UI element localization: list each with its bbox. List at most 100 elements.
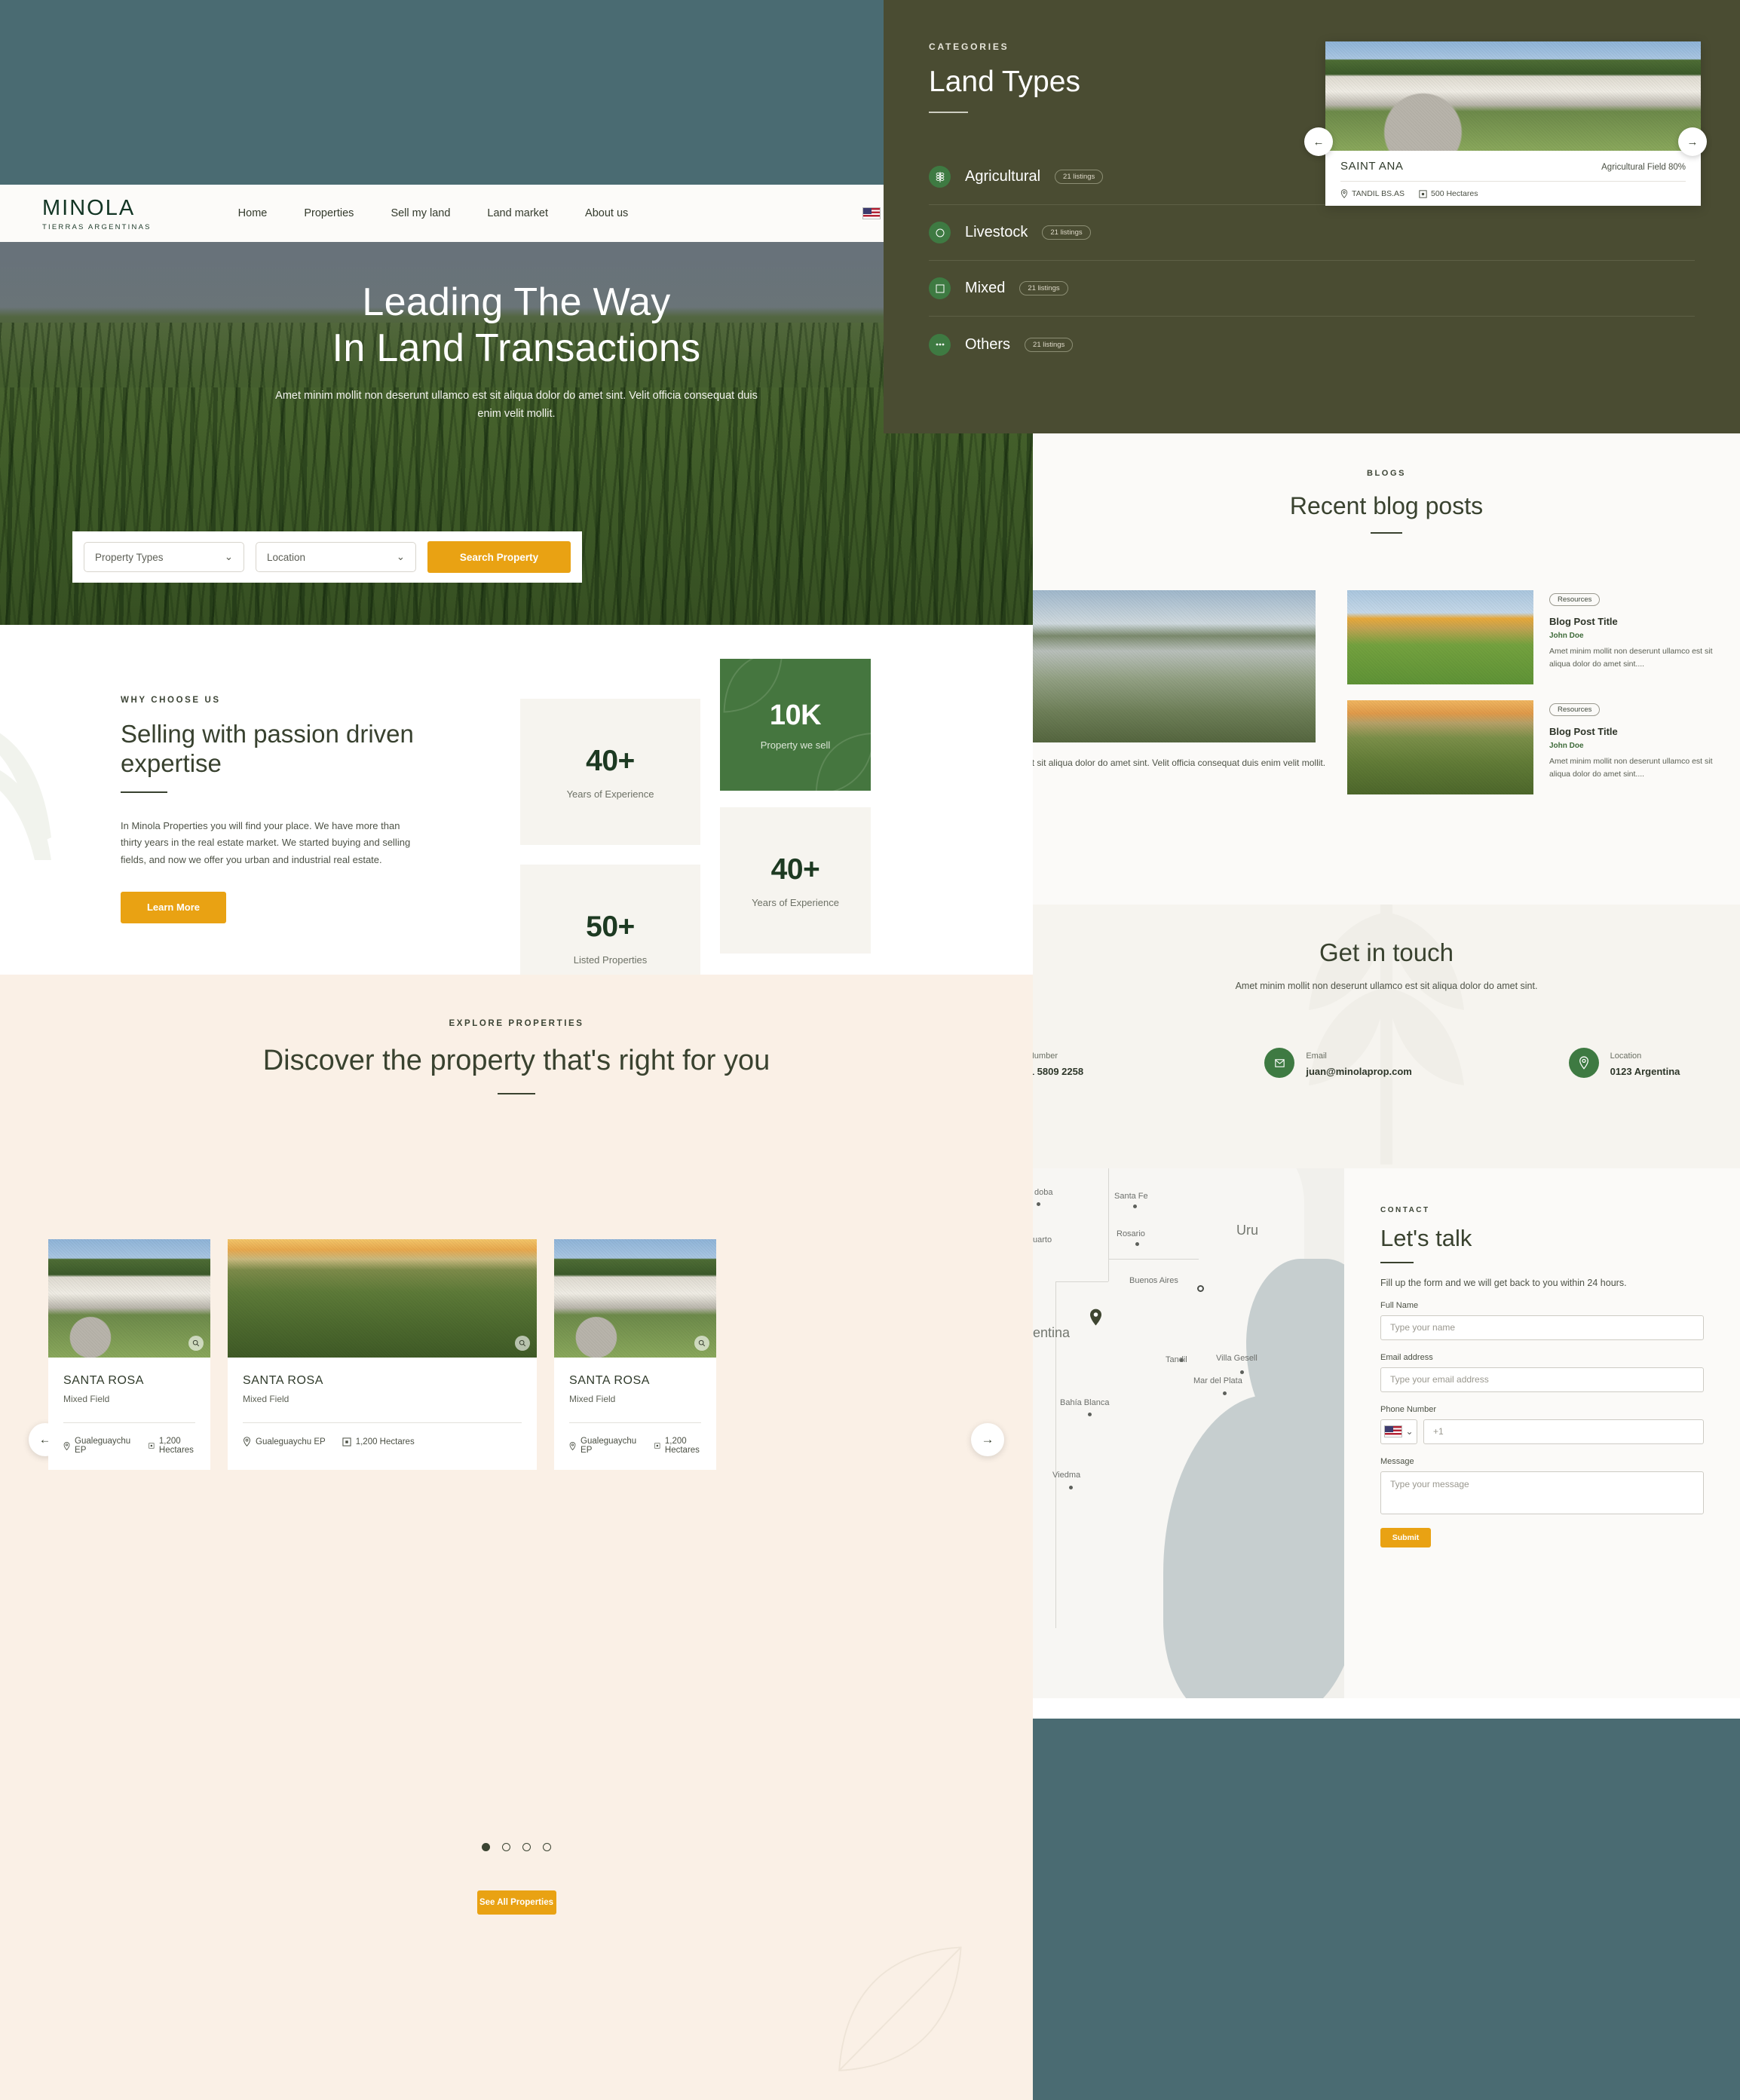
- nav-item-land-market[interactable]: Land market: [487, 207, 548, 219]
- wheat-icon: [929, 166, 951, 188]
- featured-blog-photo[interactable]: [1033, 590, 1316, 742]
- heading-rule: [498, 1093, 535, 1094]
- nav-item-sell-my-land[interactable]: Sell my land: [391, 207, 450, 219]
- property-body: SANTA ROSA Mixed Field Gualeguaychu EP 1…: [228, 1358, 537, 1462]
- hero-search-bar: Property Types ⌄ Location ⌄ Search Prope…: [72, 531, 582, 583]
- featured-prev-button[interactable]: ←: [1304, 127, 1333, 156]
- see-all-properties-button[interactable]: See All Properties: [476, 1890, 556, 1915]
- blog-post-photo: [1347, 700, 1533, 794]
- country-code-select[interactable]: ⌄: [1380, 1419, 1417, 1444]
- message-textarea[interactable]: Type your message: [1380, 1471, 1704, 1514]
- blog-post-tag[interactable]: Resources: [1549, 593, 1601, 606]
- decorative-leaf-icon: [0, 733, 51, 860]
- property-body: SANTA ROSA Mixed Field Gualeguaychu EP 1…: [48, 1358, 210, 1470]
- contact-info-value: 0123 Argentina: [1610, 1066, 1680, 1077]
- property-area: 1,200 Hectares: [149, 1437, 197, 1455]
- blog-post-title: Blog Post Title: [1549, 726, 1618, 737]
- carousel-dot-2[interactable]: [502, 1843, 510, 1851]
- map-city-dot: [1069, 1486, 1073, 1489]
- property-photo: [228, 1239, 537, 1358]
- featured-property-card[interactable]: SAINT ANA Agricultural Field 80% TANDIL …: [1325, 41, 1701, 206]
- nav-item-about-us[interactable]: About us: [585, 207, 628, 219]
- land-type-row-livestock[interactable]: Livestock 21 listings: [929, 205, 1695, 261]
- featured-property-photo: [1325, 41, 1701, 151]
- location-select[interactable]: Location ⌄: [256, 542, 416, 572]
- blog-post-title: Blog Post Title: [1549, 616, 1618, 627]
- area-icon: [342, 1437, 351, 1446]
- contact-info-list: Phone Number +54911 5809 2258 Email juan…: [1033, 1048, 1740, 1078]
- map-label: Tandil: [1166, 1355, 1187, 1364]
- land-type-listings: 21 listings: [1055, 170, 1104, 184]
- get-in-touch-subtitle: Amet minim mollit non deserunt ullamco e…: [1235, 981, 1538, 991]
- heading-rule: [121, 791, 167, 793]
- carousel-dot-1[interactable]: [482, 1843, 490, 1851]
- carousel-dot-4[interactable]: [543, 1843, 551, 1851]
- us-flag-icon: [1384, 1425, 1403, 1437]
- why-body: In Minola Properties you will find your …: [121, 819, 411, 866]
- featured-property-location: TANDIL BS.AS: [1340, 189, 1405, 198]
- carousel-dots: [0, 1843, 1033, 1851]
- property-type-select[interactable]: Property Types ⌄: [84, 542, 244, 572]
- blog-post-item[interactable]: Resources Blog Post Title John Doe Amet …: [1347, 700, 1723, 794]
- zoom-icon[interactable]: [188, 1336, 204, 1351]
- map-city-dot: [1135, 1242, 1139, 1246]
- explore-header: EXPLORE PROPERTIES Discover the property…: [0, 975, 1033, 1094]
- featured-property-meta: TANDIL BS.AS 500 Hectares: [1340, 189, 1686, 198]
- property-location: Gualeguaychu EP: [63, 1437, 132, 1455]
- blogs-section: BLOGS Recent blog posts Amet minim molli…: [1033, 433, 1740, 905]
- contact-info-phone[interactable]: Phone Number +54911 5809 2258: [1033, 1048, 1254, 1078]
- property-subtitle: Mixed Field: [63, 1394, 110, 1404]
- location-map[interactable]: doba Santa Fe uarto Rosario Uru Buenos A…: [1033, 1168, 1344, 1698]
- featured-next-button[interactable]: →: [1678, 127, 1707, 156]
- leaf-icon: [815, 733, 871, 791]
- featured-blog-excerpt: Amet minim mollit non deserunt ullamco e…: [1033, 758, 1326, 768]
- phone-label: Phone Number: [1380, 1404, 1436, 1414]
- property-area: 1,200 Hectares: [342, 1437, 415, 1446]
- property-body: SANTA ROSA Mixed Field Gualeguaychu EP 1…: [554, 1358, 716, 1470]
- property-card[interactable]: SANTA ROSA Mixed Field Gualeguaychu EP 1…: [228, 1239, 537, 1470]
- livestock-icon: [929, 222, 951, 243]
- property-card[interactable]: SANTA ROSA Mixed Field Gualeguaychu EP 1…: [48, 1239, 210, 1470]
- stat-card-years-experience-2: 40+ Years of Experience: [720, 807, 871, 954]
- chevron-down-icon: ⌄: [224, 551, 233, 562]
- phone-row: ⌄ +1: [1380, 1419, 1704, 1444]
- full-name-input[interactable]: Type your name: [1380, 1315, 1704, 1340]
- blog-post-tag[interactable]: Resources: [1549, 703, 1601, 716]
- map-pin-marker[interactable]: [1089, 1309, 1102, 1326]
- carousel-dot-3[interactable]: [522, 1843, 531, 1851]
- blog-post-item[interactable]: Resources Blog Post Title John Doe Amet …: [1347, 590, 1723, 684]
- hero-title-line2: In Land Transactions: [332, 326, 701, 371]
- property-meta: Gualeguaychu EP 1,200 Hectares: [63, 1437, 195, 1455]
- nav-item-home[interactable]: Home: [238, 207, 268, 219]
- learn-more-button[interactable]: Learn More: [121, 891, 226, 923]
- nav-item-properties[interactable]: Properties: [304, 207, 354, 219]
- property-location: Gualeguaychu EP: [243, 1437, 326, 1446]
- contact-info-email[interactable]: Email juan@minolaprop.com: [1254, 1048, 1558, 1078]
- explore-properties-section: EXPLORE PROPERTIES Discover the property…: [0, 975, 1033, 2100]
- contact-info-location[interactable]: Location 0123 Argentina: [1558, 1048, 1740, 1078]
- chevron-down-icon: ⌄: [396, 551, 405, 562]
- see-all-wrap: See All Properties: [0, 1890, 1033, 1915]
- phone-input[interactable]: +1: [1423, 1419, 1704, 1444]
- zoom-icon[interactable]: [694, 1336, 709, 1351]
- contact-form-heading: Let's talk: [1380, 1225, 1472, 1251]
- submit-button[interactable]: Submit: [1380, 1527, 1431, 1547]
- property-card[interactable]: SANTA ROSA Mixed Field Gualeguaychu EP 1…: [554, 1239, 716, 1470]
- property-meta: Gualeguaychu EP 1,200 Hectares: [243, 1437, 522, 1446]
- search-property-button[interactable]: Search Property: [427, 541, 571, 573]
- zoom-icon[interactable]: [515, 1336, 530, 1351]
- divider: [63, 1422, 195, 1423]
- land-type-row-mixed[interactable]: Mixed 21 listings: [929, 261, 1695, 317]
- location-value: Location: [267, 551, 306, 563]
- map-label: Bahía Blanca: [1060, 1398, 1110, 1407]
- email-input[interactable]: Type your email address: [1380, 1367, 1704, 1392]
- message-group: Message Type your message: [1380, 1457, 1704, 1514]
- hero-title: Leading The Way In Land Transactions: [0, 280, 1033, 372]
- land-type-row-others[interactable]: Others 21 listings: [929, 317, 1695, 372]
- get-in-touch-section: Get in touch Amet minim mollit non deser…: [1033, 905, 1740, 1168]
- map-city-dot: [1037, 1202, 1040, 1206]
- stat-card-property-we-sell: 10K Property we sell: [720, 659, 871, 791]
- property-subtitle: Mixed Field: [569, 1394, 616, 1404]
- logo[interactable]: MINOLA TIERRAS ARGENTINAS: [42, 196, 152, 231]
- chevron-down-icon: ⌄: [1405, 1426, 1414, 1437]
